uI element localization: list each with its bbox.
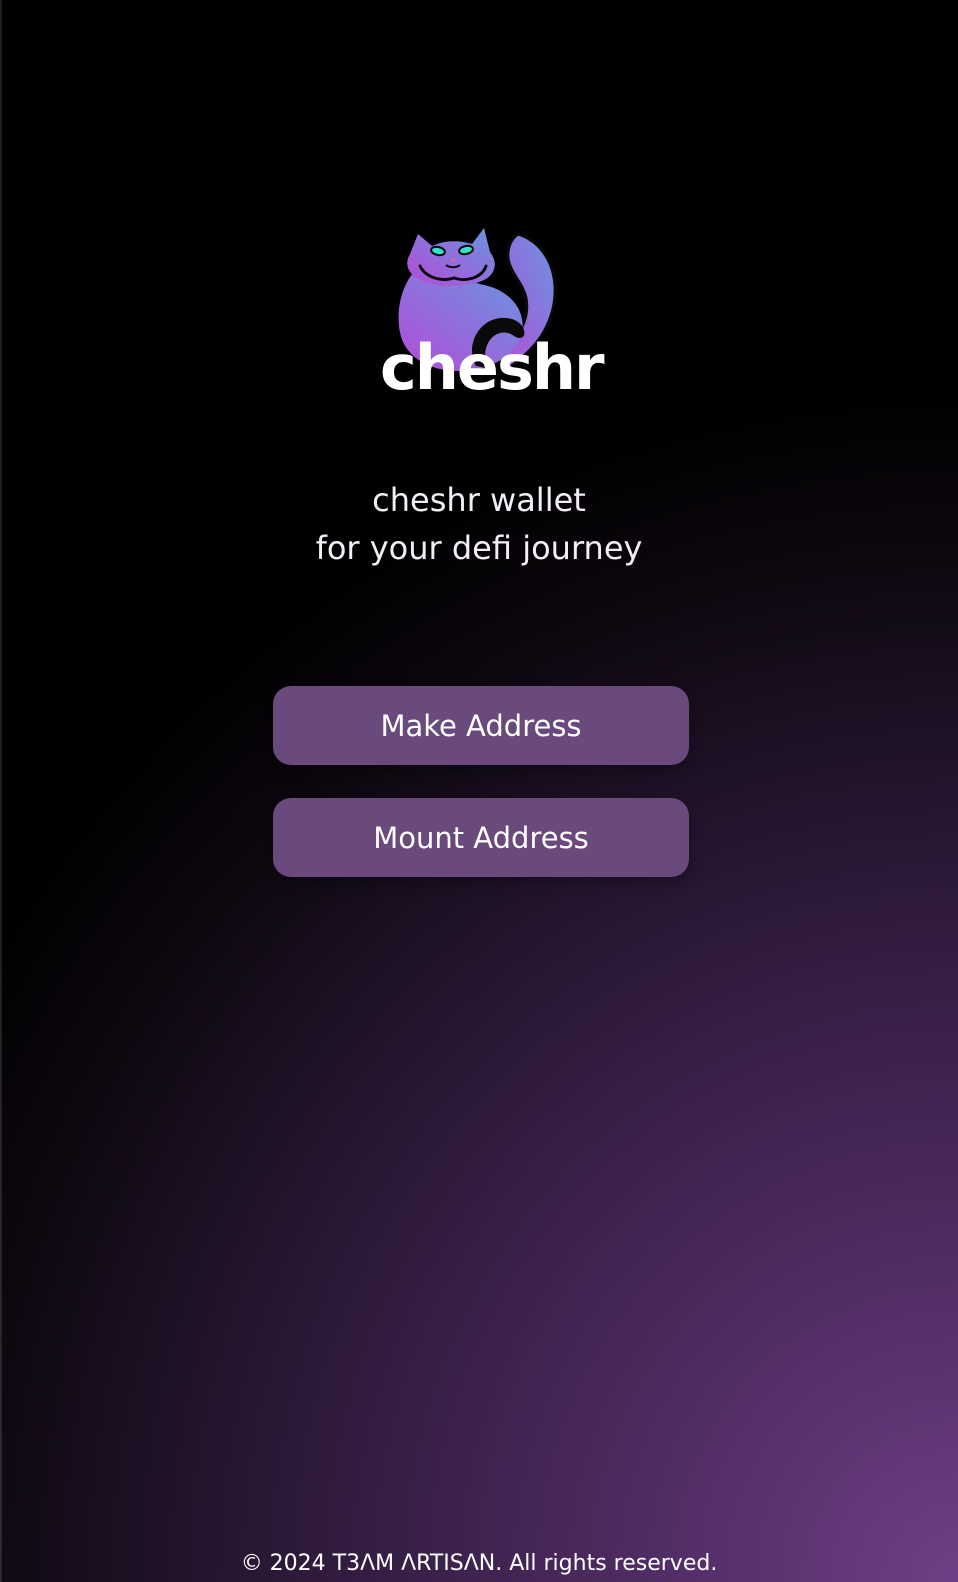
brand-logo: cheshr [380,220,605,405]
mount-address-label: Mount Address [373,820,589,855]
mount-address-button[interactable]: Mount Address [273,798,689,877]
app-screen: cheshr cheshr wallet for your defi journ… [0,0,958,1582]
make-address-label: Make Address [380,708,582,743]
tagline: cheshr wallet for your defi journey [0,476,958,572]
copyright-footer: © 2024 T3ΛM ΛRTISΛN. All rights reserved… [240,1551,718,1576]
make-address-button[interactable]: Make Address [273,686,689,765]
window-edge [0,0,2,1582]
tagline-subtitle: for your defi journey [315,529,643,567]
tagline-title: cheshr wallet [372,481,586,519]
brand-wordmark: cheshr [380,331,605,404]
